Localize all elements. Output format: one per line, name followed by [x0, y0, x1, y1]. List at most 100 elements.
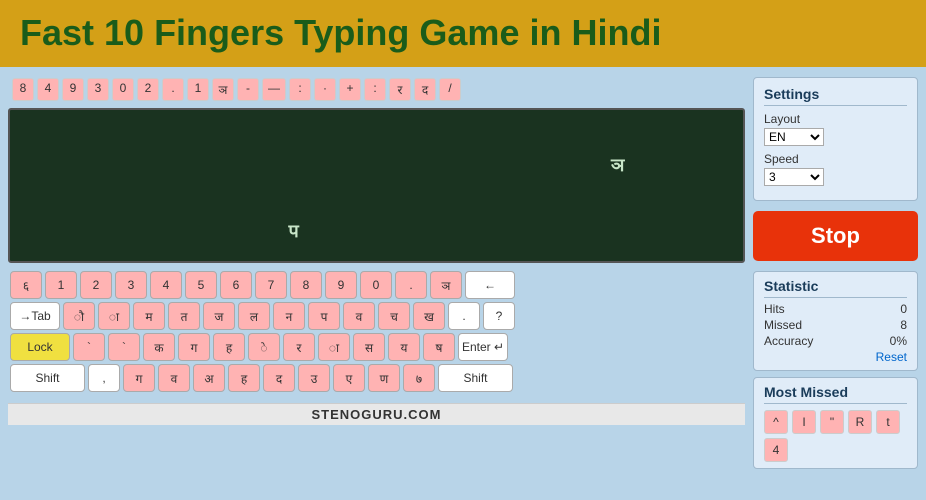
reset-link[interactable]: Reset [764, 350, 907, 364]
key-row1-2[interactable]: 2 [80, 271, 112, 299]
shift-left-key[interactable]: Shift [10, 364, 85, 392]
falling-char-2: प [289, 219, 299, 243]
char-key-15[interactable]: र [389, 78, 411, 101]
key-ha[interactable]: ह [213, 333, 245, 361]
hits-row: Hits 0 [764, 302, 907, 316]
key-row1-4[interactable]: 4 [150, 271, 182, 299]
key-row1-0[interactable]: ६ [10, 271, 42, 299]
key-row1-9[interactable]: 9 [325, 271, 357, 299]
kb-row-2: →Tab ौ ा म त ज ल न प व च ख . ? [8, 302, 745, 330]
key-row1-5[interactable]: 5 [185, 271, 217, 299]
key-ha2[interactable]: ह [228, 364, 260, 392]
key-bt1[interactable]: ` [73, 333, 105, 361]
char-key-12[interactable]: · [314, 78, 336, 101]
key-na2[interactable]: ण [368, 364, 400, 392]
char-key-4[interactable]: 0 [112, 78, 134, 101]
missed-key-5: 4 [764, 438, 788, 462]
left-panel: 849302.1ञ-—:·+:रद/ ञ प ६1234567890.ञ← →T… [8, 75, 745, 457]
speed-select[interactable]: 1 2 3 4 5 [764, 168, 824, 186]
key-aa2[interactable]: ा [318, 333, 350, 361]
missed-label: Missed [764, 318, 802, 332]
key-q[interactable]: ? [483, 302, 515, 330]
char-key-1[interactable]: 4 [37, 78, 59, 101]
key-row1-1[interactable]: 1 [45, 271, 77, 299]
char-key-8[interactable]: ञ [212, 78, 234, 101]
kb-row-1: ६1234567890.ञ← [8, 271, 745, 299]
key-ja[interactable]: ज [203, 302, 235, 330]
key-ta[interactable]: त [168, 302, 200, 330]
key-ou[interactable]: ौ [63, 302, 95, 330]
key-va2[interactable]: व [158, 364, 190, 392]
keyboard-area: ६1234567890.ञ← →Tab ौ ा म त ज ल न प व च … [8, 267, 745, 399]
key-cha[interactable]: च [378, 302, 410, 330]
layout-select[interactable]: EN HI [764, 128, 824, 146]
key-va[interactable]: व [343, 302, 375, 330]
missed-key-0: ^ [764, 410, 788, 434]
missed-keys-container: ^I"Rt 4 [764, 410, 907, 462]
speed-label: Speed [764, 152, 907, 166]
char-key-3[interactable]: 3 [87, 78, 109, 101]
stop-button[interactable]: Stop [753, 211, 918, 261]
key-comma[interactable]: , [88, 364, 120, 392]
falling-char-1: ञ [611, 153, 624, 177]
missed-key-1: I [792, 410, 816, 434]
key-da[interactable]: द [263, 364, 295, 392]
char-key-5[interactable]: 2 [137, 78, 159, 101]
key-bt2[interactable]: ` [108, 333, 140, 361]
most-missed-box: Most Missed ^I"Rt4 [753, 377, 918, 469]
char-key-17[interactable]: / [439, 78, 461, 101]
missed-key-4: t [876, 410, 900, 434]
key-ga2[interactable]: ग [123, 364, 155, 392]
settings-box: Settings Layout EN HI Speed 1 2 3 4 5 [753, 77, 918, 201]
key-row1-8[interactable]: 8 [290, 271, 322, 299]
tab-key[interactable]: →Tab [10, 302, 60, 330]
shift-right-key[interactable]: Shift [438, 364, 513, 392]
enter-key[interactable]: Enter ↵ [458, 333, 508, 361]
key-ka[interactable]: क [143, 333, 175, 361]
key-ra[interactable]: र [283, 333, 315, 361]
char-key-0[interactable]: 8 [12, 78, 34, 101]
key-row1-6[interactable]: 6 [220, 271, 252, 299]
stat-box: Statistic Hits 0 Missed 8 Accuracy 0% Re… [753, 271, 918, 371]
key-la[interactable]: ल [238, 302, 270, 330]
char-key-10[interactable]: — [262, 78, 286, 101]
key-sa[interactable]: स [353, 333, 385, 361]
char-key-7[interactable]: 1 [187, 78, 209, 101]
char-key-2[interactable]: 9 [62, 78, 84, 101]
char-row: 849302.1ञ-—:·+:रद/ [8, 75, 745, 104]
key-ma[interactable]: म [133, 302, 165, 330]
key-dot2[interactable]: . [448, 302, 480, 330]
key-e-matra[interactable]: े [248, 333, 280, 361]
key-row1-10[interactable]: 0 [360, 271, 392, 299]
key-ya[interactable]: य [388, 333, 420, 361]
key-aa[interactable]: ा [98, 302, 130, 330]
key-na[interactable]: न [273, 302, 305, 330]
accuracy-row: Accuracy 0% [764, 334, 907, 348]
key-u[interactable]: उ [298, 364, 330, 392]
key-row1-12[interactable]: ञ [430, 271, 462, 299]
missed-key-3: R [848, 410, 872, 434]
kb-row-4: Shift , ग व अ ह द उ ए ण ७ Shift [8, 364, 745, 392]
lock-key[interactable]: Lock [10, 333, 70, 361]
char-key-6[interactable]: . [162, 78, 184, 101]
missed-key-2: " [820, 410, 844, 434]
char-key-13[interactable]: + [339, 78, 361, 101]
key-a[interactable]: अ [193, 364, 225, 392]
footer-text: STENOGURU.COM [312, 407, 442, 422]
key-pa[interactable]: प [308, 302, 340, 330]
key-row1-3[interactable]: 3 [115, 271, 147, 299]
char-key-16[interactable]: द [414, 78, 436, 101]
key-7[interactable]: ७ [403, 364, 435, 392]
char-key-14[interactable]: : [364, 78, 386, 101]
char-key-9[interactable]: - [237, 78, 259, 101]
key-row1-7[interactable]: 7 [255, 271, 287, 299]
key-e[interactable]: ए [333, 364, 365, 392]
key-sha[interactable]: ष [423, 333, 455, 361]
key-row1-11[interactable]: . [395, 271, 427, 299]
hits-value: 0 [900, 302, 907, 316]
footer-bar: STENOGURU.COM [8, 403, 745, 425]
key-row1-13[interactable]: ← [465, 271, 515, 299]
key-kha[interactable]: ख [413, 302, 445, 330]
char-key-11[interactable]: : [289, 78, 311, 101]
key-ga[interactable]: ग [178, 333, 210, 361]
